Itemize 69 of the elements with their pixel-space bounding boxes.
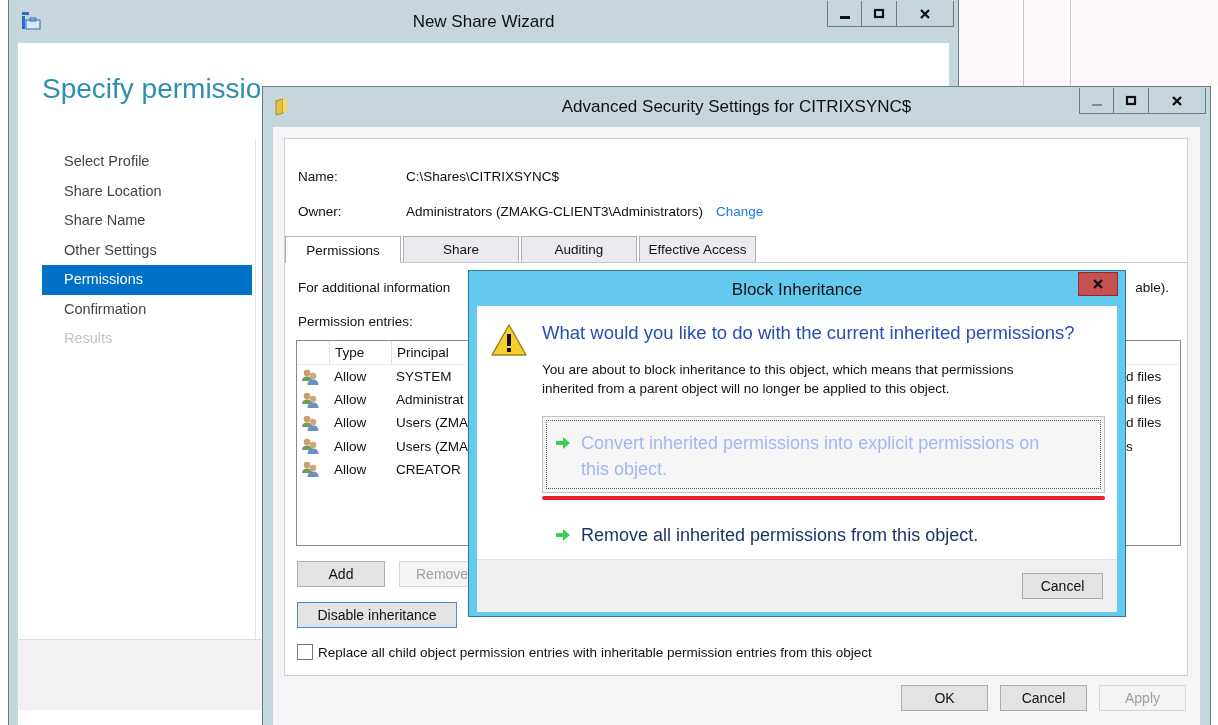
- access-cell: d files: [1126, 369, 1162, 385]
- maximize-icon: [1125, 94, 1137, 107]
- minimize-button[interactable]: [827, 1, 862, 27]
- info-text: For additional information: [298, 280, 451, 295]
- close-button[interactable]: [1149, 88, 1206, 114]
- principal-cell-text: CREATOR: [395, 461, 462, 477]
- access-cell: d files: [1126, 392, 1162, 408]
- window-title: New Share Wizard: [412, 12, 555, 32]
- users-icon: [301, 367, 319, 386]
- wizard-step[interactable]: Other Settings: [42, 235, 252, 265]
- command-link[interactable]: Remove all inherited permissions from this object.: [542, 508, 1105, 559]
- tab[interactable]: Auditing: [521, 236, 637, 262]
- warning-icon: [490, 323, 528, 357]
- type-cell-text: Allow: [333, 415, 368, 431]
- access-cell: s: [1126, 438, 1133, 454]
- dialog-title: Block Inheritance: [731, 280, 863, 300]
- wizard-step[interactable]: Share Location: [42, 176, 252, 206]
- users-icon: [301, 413, 319, 432]
- checkbox-label: Replace all child object permission entries with inheritable permission entries from this object: [318, 644, 872, 660]
- users-icon: [301, 390, 319, 409]
- maximize-button[interactable]: [862, 1, 897, 27]
- minimize-icon: [839, 15, 850, 19]
- name-value: C:\Shares\CITRIXSYNC$: [406, 169, 560, 184]
- type-cell-text: Allow: [333, 369, 368, 385]
- cancel-button[interactable]: Cancel: [1022, 573, 1103, 599]
- principal-cell-text: Users (ZMA: [395, 415, 469, 431]
- wizard-step[interactable]: Share Name: [42, 206, 252, 236]
- page-heading: Specify permissio: [42, 73, 262, 105]
- users-icon: [301, 460, 319, 479]
- users-icon: [301, 437, 319, 456]
- principal-cell-text: SYSTEM: [395, 369, 453, 385]
- arrow-icon: [555, 527, 571, 543]
- wizard-step[interactable]: Confirmation: [42, 294, 252, 324]
- ok-button[interactable]: OK: [901, 685, 988, 711]
- checkbox[interactable]: [297, 644, 313, 660]
- column-header[interactable]: Type: [329, 341, 391, 364]
- owner-value: Administrators (ZMAKG-CLIENT3\Administrators): [406, 204, 704, 219]
- info-text: able).: [1135, 280, 1169, 295]
- arrow-icon: [555, 435, 571, 451]
- dialog-question: What would you like to do with the current inherited permissions?: [542, 322, 1075, 344]
- tab[interactable]: Effective Access: [639, 236, 756, 262]
- maximize-icon: [873, 7, 885, 20]
- entries-label: Permission entries:: [298, 314, 414, 329]
- wizard-step[interactable]: Permissions: [42, 265, 252, 295]
- type-cell-text: Allow: [333, 392, 368, 408]
- principal-cell-text: Administrat: [395, 392, 465, 408]
- window-title: Advanced Security Settings for CITRIXSYNC$: [561, 97, 912, 117]
- close-icon: [1092, 278, 1104, 290]
- minimize-icon: [1091, 103, 1102, 106]
- add-button[interactable]: Add: [297, 561, 385, 587]
- cancel-button[interactable]: Cancel: [1000, 685, 1087, 711]
- principal-cell-text: Users (ZMA: [395, 438, 469, 454]
- maximize-button[interactable]: [1114, 88, 1149, 114]
- close-button[interactable]: [897, 1, 954, 27]
- wizard-step[interactable]: Select Profile: [42, 147, 252, 177]
- folder-icon: [275, 98, 289, 116]
- tab[interactable]: Permissions: [285, 236, 401, 263]
- type-cell-text: Allow: [333, 438, 368, 454]
- access-cell: d files: [1126, 415, 1162, 431]
- dialog-message: You are about to block inheritance to this object, which means that permissions inherited from a parent object will no longer be applied to this object.: [542, 361, 1015, 398]
- change-link[interactable]: Change: [716, 204, 764, 219]
- close-icon: [919, 7, 931, 20]
- close-icon: [1171, 94, 1183, 107]
- tab[interactable]: Share: [403, 236, 519, 262]
- name-label: Name:: [298, 169, 339, 184]
- owner-label: Owner:: [298, 204, 343, 219]
- type-cell-text: Allow: [333, 461, 368, 477]
- disable-inheritance-button[interactable]: Disable inheritance: [297, 602, 457, 628]
- server-share-icon: [21, 12, 41, 30]
